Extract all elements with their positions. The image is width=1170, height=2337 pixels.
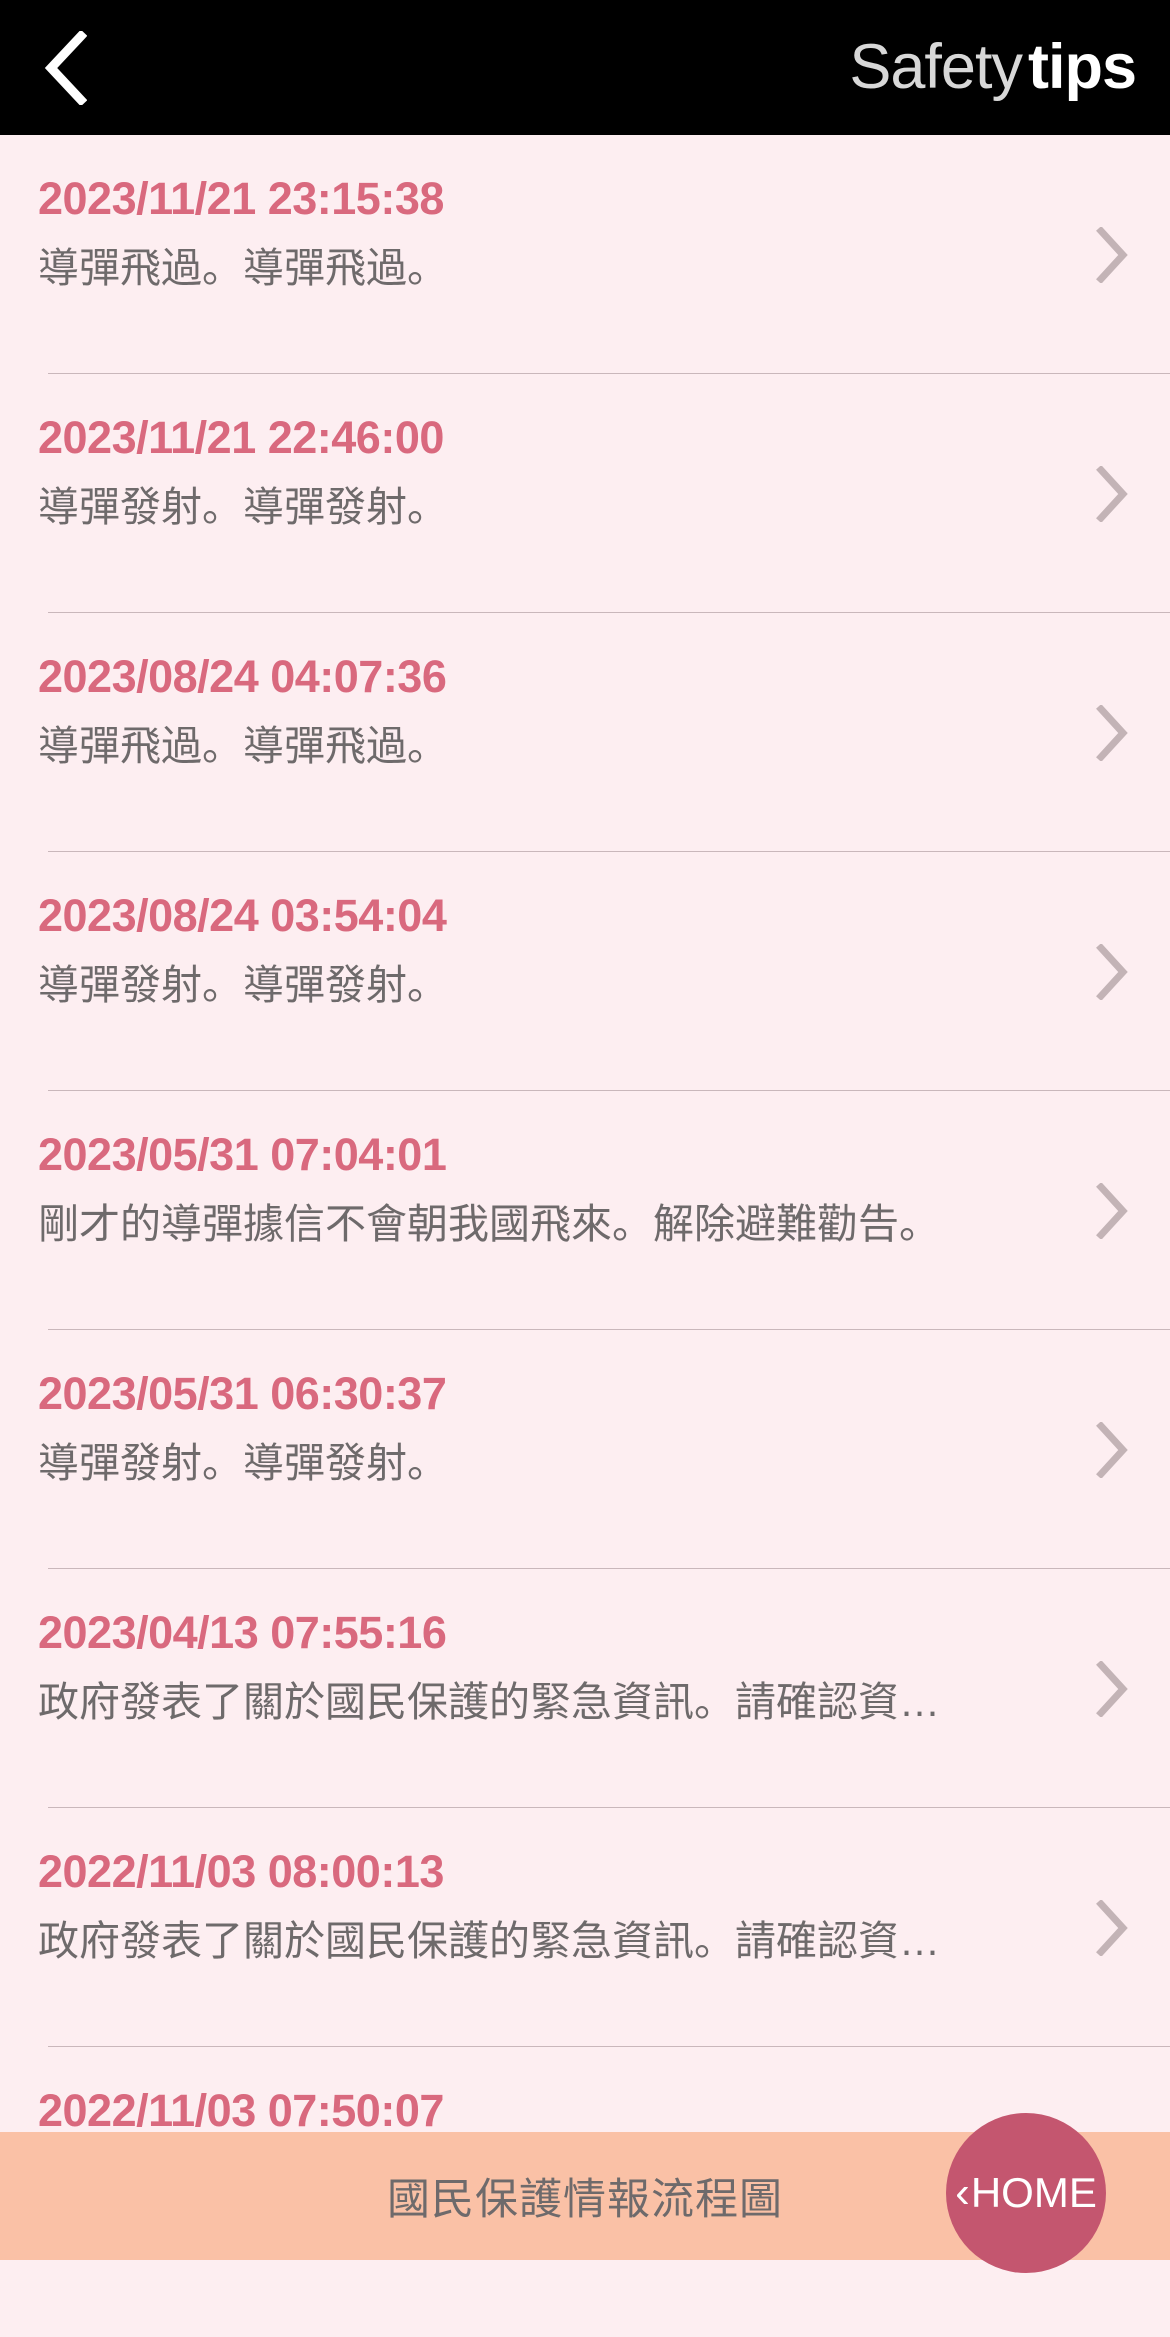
alert-message: 政府發表了關於國民保護的緊急資訊。請確認資…: [38, 1678, 940, 1725]
back-button[interactable]: [0, 0, 130, 135]
alert-message: 剛才的導彈據信不會朝我國飛來。解除避難勸告。: [38, 1200, 940, 1247]
alert-message: 政府發表了關於國民保護的緊急資訊。請確認資…: [38, 1917, 940, 1964]
alert-list-item[interactable]: 2023/08/24 04:07:36 導彈飛過。導彈飛過。: [0, 613, 1170, 852]
alert-list-item[interactable]: 2022/11/03 08:00:13 政府發表了關於國民保護的緊急資訊。請確認資…: [0, 1808, 1170, 2047]
page-title-light: Safety: [849, 32, 1023, 102]
chevron-left-icon: [43, 30, 87, 105]
alert-timestamp: 2023/04/13 07:55:16: [38, 1607, 447, 1658]
alert-timestamp: 2023/08/24 03:54:04: [38, 890, 447, 941]
home-button-label: ‹ HOME: [955, 2169, 1097, 2217]
alert-timestamp: 2023/11/21 22:46:00: [38, 412, 444, 463]
alert-list-item[interactable]: 2023/11/21 22:46:00 導彈發射。導彈發射。: [0, 374, 1170, 613]
chevron-left-small-icon: ‹: [955, 2168, 970, 2217]
alert-timestamp: 2023/05/31 07:04:01: [38, 1129, 447, 1180]
alert-list[interactable]: 2023/11/21 23:15:38 導彈飛過。導彈飛過。 2023/11/21 …: [0, 135, 1170, 2207]
home-button[interactable]: ‹ HOME: [946, 2113, 1106, 2273]
alert-timestamp: 2023/08/24 04:07:36: [38, 651, 447, 702]
alert-list-item[interactable]: 2023/04/13 07:55:16 政府發表了關於國民保護的緊急資訊。請確認資…: [0, 1569, 1170, 1808]
app-header: Safetytips: [0, 0, 1170, 135]
alert-list-item[interactable]: 2023/11/21 23:15:38 導彈飛過。導彈飛過。: [0, 135, 1170, 374]
flowchart-link[interactable]: 國民保護情報流程圖: [387, 2165, 783, 2227]
alert-list-item[interactable]: 2023/05/31 06:30:37 導彈發射。導彈發射。: [0, 1330, 1170, 1569]
alert-message: 導彈發射。導彈發射。: [38, 961, 448, 1008]
alert-list-item[interactable]: 2023/08/24 03:54:04 導彈發射。導彈發射。: [0, 852, 1170, 1091]
alert-timestamp: 2023/11/21 23:15:38: [38, 173, 444, 224]
page-title: Safetytips: [130, 36, 1170, 99]
home-text: HOME: [970, 2169, 1097, 2216]
alert-message: 導彈飛過。導彈飛過。: [38, 722, 448, 769]
alert-message: 導彈飛過。導彈飛過。: [38, 244, 448, 291]
alert-list-item[interactable]: 2023/05/31 07:04:01 剛才的導彈據信不會朝我國飛來。解除避難勸告…: [0, 1091, 1170, 1330]
page-title-bold: tips: [1027, 32, 1137, 102]
alert-timestamp: 2023/05/31 06:30:37: [38, 1368, 447, 1419]
alert-message: 導彈發射。導彈發射。: [38, 483, 448, 530]
alert-message: 導彈發射。導彈發射。: [38, 1439, 448, 1486]
alert-timestamp: 2022/11/03 08:00:13: [38, 1846, 444, 1897]
